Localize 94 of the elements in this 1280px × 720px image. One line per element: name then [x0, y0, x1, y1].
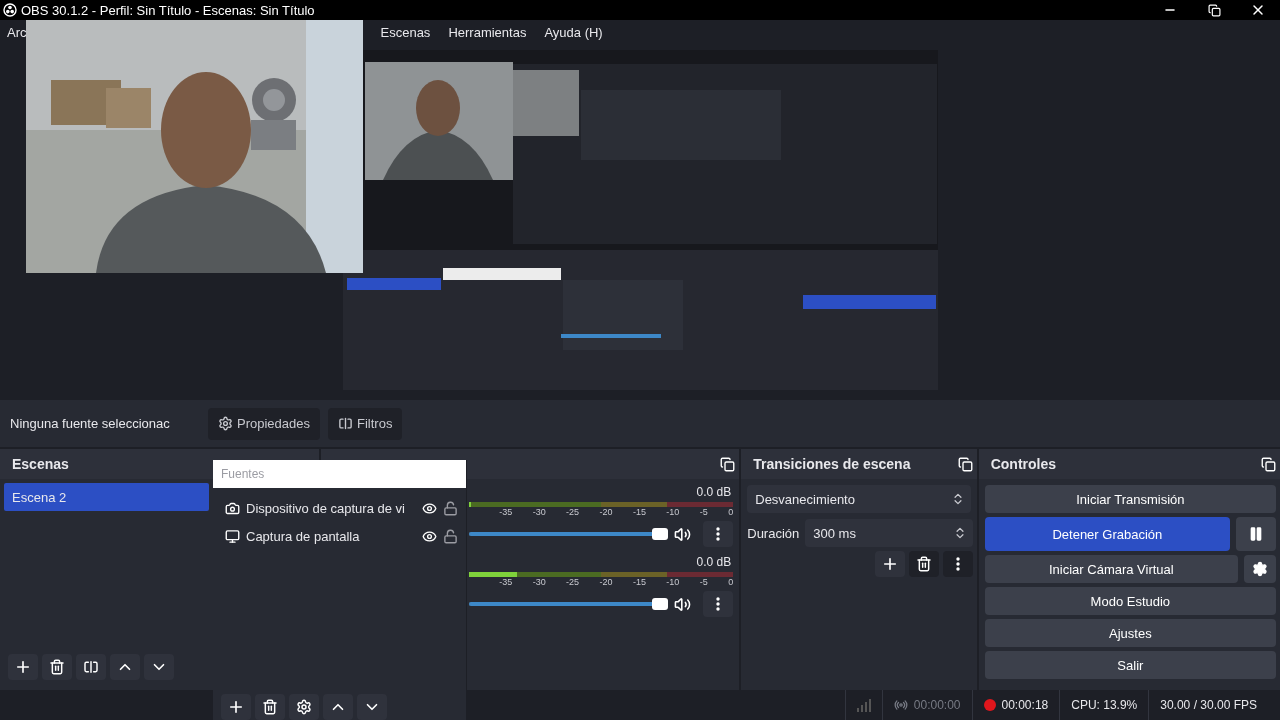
- unlock-icon[interactable]: [443, 500, 458, 516]
- meter-tick: 0: [728, 507, 734, 517]
- dock-title: Escenas: [12, 456, 69, 472]
- delete-button[interactable]: [42, 654, 72, 680]
- meter-tick: -5: [699, 507, 708, 517]
- move-up-button[interactable]: [323, 694, 353, 720]
- undock-icon[interactable]: [1261, 456, 1276, 472]
- control-button[interactable]: Salir: [984, 651, 1276, 679]
- plus-icon: [227, 698, 245, 716]
- meter-tick: -35: [499, 507, 513, 517]
- meter-tick: -15: [632, 507, 646, 517]
- meter-tick: -10: [666, 507, 680, 517]
- dots-icon: [716, 597, 721, 611]
- duration-label: Duración: [747, 525, 800, 541]
- control-button[interactable]: Iniciar Transmisión: [984, 485, 1276, 513]
- delete-button[interactable]: [908, 551, 939, 577]
- monitor-icon: [225, 528, 240, 544]
- move-up-button[interactable]: [110, 654, 140, 680]
- meter-tick: -35: [499, 577, 513, 587]
- meter-tick: -30: [532, 577, 546, 587]
- restore-icon[interactable]: [1207, 3, 1221, 17]
- filter-icon: [338, 416, 353, 431]
- cpu-usage: CPU: 13.9%: [1071, 698, 1138, 712]
- close-icon[interactable]: [1250, 2, 1266, 18]
- meter-tick: 0: [728, 577, 734, 587]
- fps-readout: 30.00 / 30.00 FPS: [1160, 698, 1257, 712]
- stream-icon: [893, 698, 908, 712]
- record-time: 00:00:18: [1001, 698, 1049, 712]
- source-item[interactable]: Dispositivo de captura de vi: [213, 494, 466, 522]
- dock-title: Controles: [990, 456, 1057, 472]
- dock-title: Transiciones de escena: [753, 456, 911, 472]
- window-title: OBS 30.1.2 - Perfil: Sin Título - Escenas: Sin Título: [21, 2, 316, 18]
- scene-item[interactable]: Escena 2: [4, 483, 209, 511]
- settings-button[interactable]: [289, 694, 319, 720]
- meter-tick: -5: [699, 577, 708, 587]
- source-label: Dispositivo de captura de vi: [246, 500, 406, 516]
- delete-button[interactable]: [255, 694, 285, 720]
- undock-icon[interactable]: [957, 456, 973, 472]
- slider-thumb[interactable]: [652, 528, 669, 540]
- toolbar-button[interactable]: Propiedades: [208, 407, 320, 440]
- settings-button[interactable]: [1244, 555, 1276, 583]
- eye-icon[interactable]: [422, 500, 437, 516]
- filter-icon: [83, 659, 99, 675]
- logo-icon: [3, 3, 17, 17]
- control-button[interactable]: Modo Estudio: [984, 587, 1276, 615]
- meter-tick: -15: [632, 577, 646, 587]
- dots-icon: [955, 557, 960, 571]
- menu-item[interactable]: Escenas: [380, 25, 431, 40]
- camera-icon: [225, 500, 240, 516]
- undock-icon[interactable]: [720, 456, 736, 472]
- filter-button[interactable]: [76, 654, 106, 680]
- stream-time: 00:00:00: [913, 698, 961, 712]
- source-label: Captura de pantalla: [246, 528, 361, 544]
- meter-tick: -25: [566, 507, 580, 517]
- menu-item[interactable]: Ayuda (H): [544, 25, 603, 40]
- control-button[interactable]: Iniciar Cámara Virtual: [984, 555, 1238, 583]
- toolbar-button[interactable]: Filtros: [328, 407, 403, 440]
- transition-select[interactable]: Desvanecimiento: [747, 485, 971, 513]
- meter-tick: -30: [532, 507, 546, 517]
- more-button[interactable]: [703, 591, 734, 617]
- move-down-button[interactable]: [357, 694, 387, 720]
- pause-icon: [1248, 526, 1264, 542]
- duration-field[interactable]: 300 ms: [805, 519, 973, 547]
- eye-icon[interactable]: [422, 528, 437, 544]
- add-button[interactable]: [8, 654, 38, 680]
- add-button[interactable]: [874, 551, 905, 577]
- panel-title: Fuentes: [213, 460, 466, 488]
- trash-icon: [49, 659, 65, 675]
- more-button[interactable]: [942, 551, 973, 577]
- speaker-icon[interactable]: [674, 525, 692, 543]
- pause-button[interactable]: [1236, 517, 1276, 551]
- dots-icon: [716, 527, 721, 541]
- add-button[interactable]: [221, 694, 251, 720]
- menu-item[interactable]: Arc: [7, 25, 27, 40]
- meter-tick: -20: [599, 507, 613, 517]
- more-button[interactable]: [703, 521, 734, 547]
- trash-icon: [915, 556, 932, 572]
- trash-icon: [262, 699, 278, 715]
- db-reading: 0.0 dB: [696, 555, 732, 569]
- meter-tick: -25: [566, 577, 580, 587]
- signal-icon: [856, 698, 871, 712]
- control-button[interactable]: Ajustes: [984, 619, 1276, 647]
- menu-item[interactable]: Herramientas: [448, 25, 527, 40]
- meter-tick: -20: [599, 577, 613, 587]
- speaker-icon[interactable]: [674, 595, 692, 613]
- source-status: Ninguna fuente seleccionac: [10, 416, 171, 431]
- control-button[interactable]: Detener Grabación: [984, 517, 1230, 551]
- source-item[interactable]: Captura de pantalla: [213, 522, 466, 550]
- unlock-icon[interactable]: [443, 528, 458, 544]
- plus-icon: [14, 658, 32, 676]
- move-down-button[interactable]: [144, 654, 174, 680]
- db-reading: 0.0 dB: [696, 485, 732, 499]
- meter-tick: -10: [666, 577, 680, 587]
- slider-thumb[interactable]: [652, 598, 669, 610]
